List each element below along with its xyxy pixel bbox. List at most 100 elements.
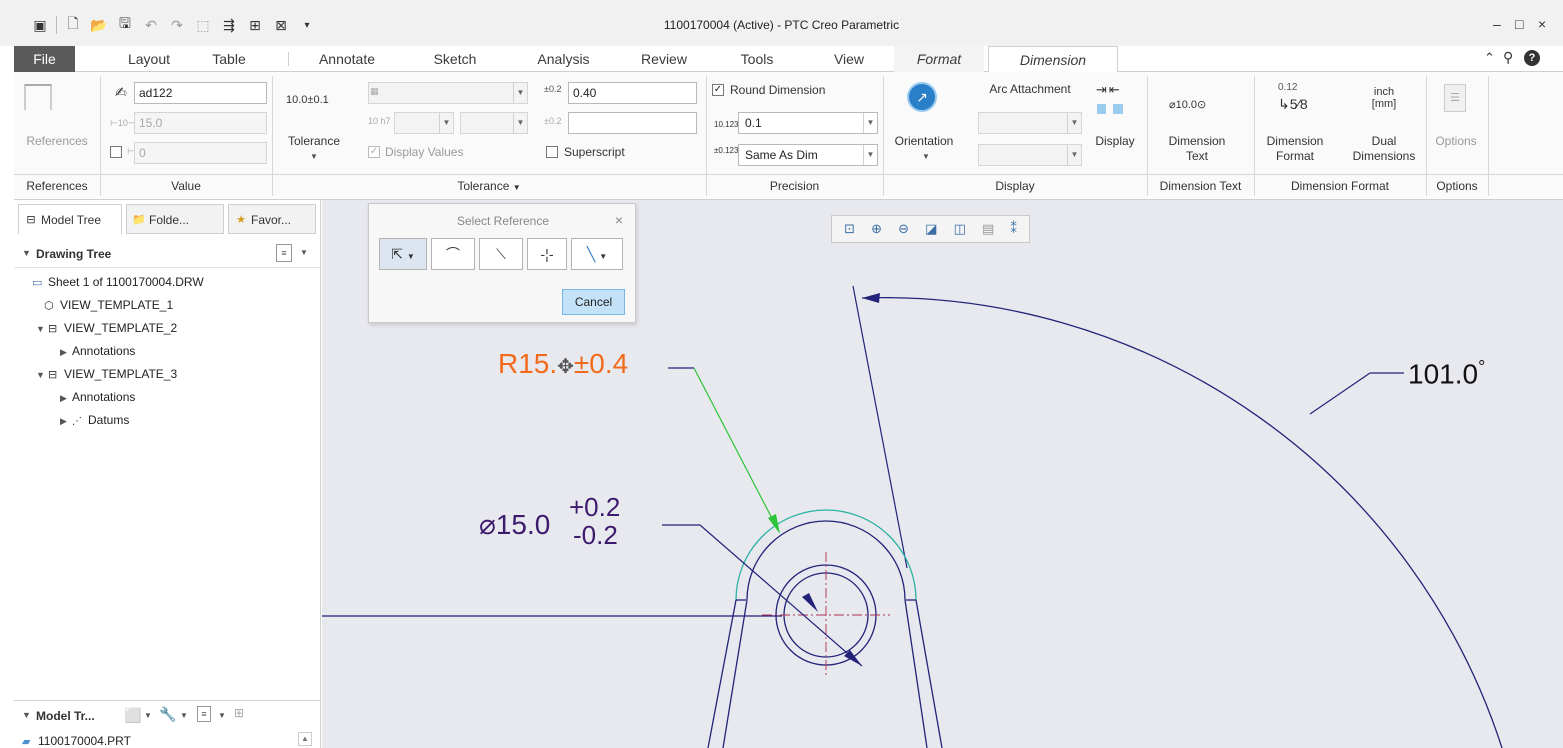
tab-format[interactable]: Format — [894, 46, 984, 72]
override-value-checkbox[interactable] — [110, 146, 122, 158]
fraction-icon: ↳5⁄8 — [1278, 96, 1308, 112]
drawing-tree-header[interactable]: ▼ Drawing Tree ≡ ▼ — [14, 240, 320, 268]
chevron-down-icon[interactable]: ▼ — [180, 711, 188, 720]
expand-icon[interactable]: ▶ — [60, 416, 72, 427]
tab-layout[interactable]: Layout — [114, 46, 184, 72]
tab-tools[interactable]: Tools — [730, 46, 784, 72]
radius-dimension[interactable]: R15.✥±0.4 — [498, 348, 628, 380]
refit-icon[interactable]: ⊡ — [844, 221, 855, 237]
chevron-down-icon: ▼ — [406, 252, 415, 261]
options-icon: ☰ — [1444, 84, 1466, 112]
zoom-out-icon[interactable]: ⊖ — [898, 221, 909, 237]
round-dimension-checkbox[interactable]: ✓ — [712, 84, 724, 96]
tree-item-view-template-2[interactable]: ▼ ⊟ VIEW_TEMPLATE_2 — [36, 321, 177, 335]
tab-analysis[interactable]: Analysis — [526, 46, 601, 72]
extension-line — [852, 285, 908, 569]
chevron-down-icon[interactable]: ▼ — [300, 248, 308, 257]
tree-filter-icon[interactable]: ⊞ — [234, 706, 244, 720]
tab-model-tree[interactable]: ⊟ Model Tree — [18, 204, 122, 234]
tree-tools-icon[interactable]: 🔧 — [159, 706, 176, 723]
chevron-down-icon[interactable]: ▼ — [144, 711, 152, 720]
close-icon[interactable]: × — [615, 212, 623, 228]
tab-review[interactable]: Review — [631, 46, 697, 72]
tree-item-view-template-1[interactable]: ⬡ VIEW_TEMPLATE_1 — [44, 298, 173, 312]
tolerance-button[interactable]: Tolerance — [279, 134, 349, 149]
tangent-reference-button[interactable]: ⌒ — [431, 238, 475, 270]
search-icon[interactable]: ⚲ — [1503, 49, 1513, 66]
zoom-in-icon[interactable]: ⊕ — [871, 221, 882, 237]
model-tree-header[interactable]: ▼ Model Tr... ⬜ ▼ 🔧 ▼ ≡ ▼ ⊞ — [14, 700, 320, 728]
tab-file[interactable]: File — [14, 46, 75, 72]
select-cursor-icon: ⇱ — [391, 246, 403, 262]
tab-dimension[interactable]: Dimension — [988, 46, 1118, 72]
dimension-name-field[interactable]: ad122 — [134, 82, 267, 104]
tab-sketch[interactable]: Sketch — [425, 46, 485, 72]
references-button[interactable]: References — [14, 134, 100, 149]
expand-icon[interactable]: ▶ — [60, 393, 72, 404]
dimension-text-button-line2[interactable]: Text — [1152, 149, 1242, 164]
chevron-down-icon: ▼ — [513, 113, 527, 133]
maximize-button[interactable]: □ — [1515, 16, 1523, 32]
tree-settings-icon[interactable]: ≡ — [197, 706, 211, 722]
dimension-text-button-line1[interactable]: Dimension — [1152, 134, 1242, 149]
dual-inch-text: inch — [1373, 86, 1395, 98]
orientation-dropdown-icon[interactable]: ▼ — [922, 152, 930, 161]
tab-model-tree-label: Model Tree — [41, 213, 102, 227]
datum-display-icon[interactable]: ⁑ — [1010, 221, 1017, 237]
tab-view[interactable]: View — [826, 46, 872, 72]
show-icon[interactable]: ⬜ — [124, 707, 141, 724]
repaint-icon[interactable]: ◪ — [925, 221, 937, 237]
diameter-dimension-main: ⌀15.0 — [479, 509, 551, 540]
scroll-up-icon[interactable]: ▲ — [298, 732, 312, 746]
decimal-places-select[interactable]: 0.1 — [738, 112, 878, 134]
intersection-reference-button[interactable]: -¦- — [527, 238, 567, 270]
tree-item-sheet[interactable]: ▭ Sheet 1 of 1100170004.DRW — [32, 275, 204, 289]
tree-item-datums[interactable]: ▶ ⋰ Datums — [60, 413, 129, 427]
tolerance-decimal-select[interactable]: Same As Dim — [738, 144, 878, 166]
superscript-checkbox[interactable] — [546, 146, 558, 158]
chevron-down-icon: ▼ — [1067, 145, 1081, 165]
dimension-format-button-line1[interactable]: Dimension — [1260, 134, 1330, 149]
minimize-button[interactable]: – — [1493, 16, 1501, 32]
nominal-value-field[interactable]: 15.0 — [134, 112, 267, 134]
tab-favorites[interactable]: ★ Favor... — [228, 204, 316, 234]
expand-icon[interactable]: ▼ — [36, 324, 48, 334]
close-button[interactable]: × — [1538, 16, 1546, 32]
expand-icon[interactable]: ▶ — [60, 347, 72, 358]
tab-folder-browser[interactable]: 📁 Folde... — [126, 204, 224, 234]
override-value-field[interactable]: 0 — [134, 142, 267, 164]
expand-icon[interactable]: ▼ — [36, 370, 48, 380]
group-title-precision: Precision — [769, 179, 820, 193]
tree-item-part[interactable]: ▰ 1100170004.PRT — [22, 734, 131, 748]
radius-leader-diag — [693, 367, 779, 531]
tree-item-annotations[interactable]: ▶ Annotations — [60, 390, 135, 404]
orientation-button[interactable]: Orientation — [884, 134, 964, 149]
group-title-tolerance[interactable]: Tolerance ▼ — [272, 176, 706, 196]
cancel-button[interactable]: Cancel — [562, 289, 625, 315]
tree-item-view-template-3[interactable]: ▼ ⊟ VIEW_TEMPLATE_3 — [36, 367, 177, 381]
display-style-icon[interactable]: ◫ — [954, 221, 966, 237]
tree-item-annotations[interactable]: ▶ Annotations — [60, 344, 135, 358]
sheet-setup-icon[interactable]: ▤ — [982, 221, 994, 237]
display-button[interactable]: Display — [1090, 134, 1140, 149]
tab-table[interactable]: Table — [202, 46, 256, 72]
diameter-leader-diag — [699, 524, 863, 667]
tolerance-dropdown-icon[interactable]: ▼ — [310, 152, 318, 161]
angle-dimension[interactable]: 101.0° — [1408, 357, 1485, 390]
dual-dimensions-button-line1[interactable]: Dual — [1344, 134, 1424, 149]
radius-dimension-prefix: R15. — [498, 348, 558, 379]
help-icon[interactable]: ? — [1524, 50, 1540, 66]
minimize-ribbon-icon[interactable]: ⌃ — [1484, 50, 1495, 66]
upper-tolerance-field[interactable]: 0.40 — [568, 82, 697, 104]
tree-settings-icon[interactable]: ≡ — [276, 244, 292, 262]
tab-annotate[interactable]: Annotate — [310, 46, 384, 72]
lower-tolerance-field[interactable] — [568, 112, 697, 134]
dual-dimensions-button-line2[interactable]: Dimensions — [1344, 149, 1424, 164]
dimension-format-button-line2[interactable]: Format — [1260, 149, 1330, 164]
options-button[interactable]: Options — [1426, 134, 1486, 149]
select-entity-button[interactable]: ⇱ ▼ — [379, 238, 427, 270]
midpoint-reference-button[interactable]: ⟍ — [479, 238, 523, 270]
chevron-down-icon[interactable]: ▼ — [218, 711, 226, 720]
line-reference-button[interactable]: ╲ ▼ — [571, 238, 623, 270]
part-icon: ▰ — [22, 736, 31, 748]
